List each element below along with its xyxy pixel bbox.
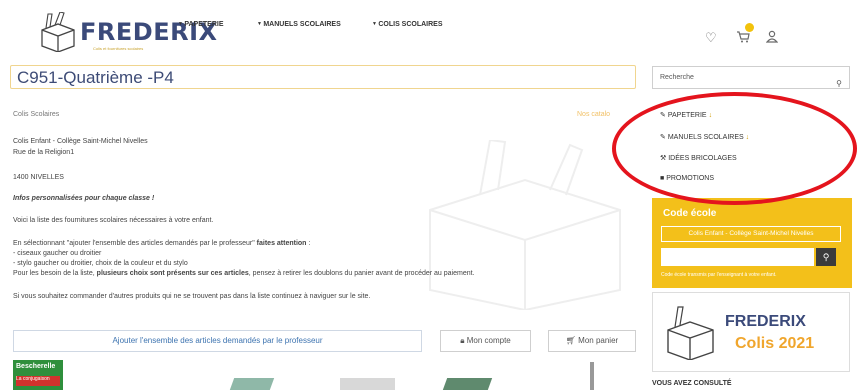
search-placeholder: Recherche bbox=[660, 74, 694, 81]
info-headline: Infos personnalisées pour chaque classe … bbox=[13, 195, 155, 202]
box-logo-icon bbox=[667, 306, 714, 360]
cart-button[interactable]: 🛒︎ Mon panier bbox=[548, 330, 636, 352]
red-annotation-oval bbox=[612, 92, 857, 205]
selection-bold: faites attention bbox=[256, 240, 307, 247]
user-icon[interactable] bbox=[765, 30, 779, 46]
duplicates-post: , pensez à retirer les doublons du panie… bbox=[248, 270, 475, 277]
other-products-text: Si vous souhaitez commander d'autres pro… bbox=[13, 293, 371, 300]
bullet-pen: - stylo gaucher ou droitier, choix de la… bbox=[13, 260, 188, 267]
selection-pre: En sélectionnant "ajouter l'ensemble des… bbox=[13, 240, 255, 247]
search-input[interactable]: Recherche ⚲ bbox=[652, 66, 850, 89]
cart-small-icon: 🛒︎ bbox=[565, 336, 576, 345]
search-icon: ⚲ bbox=[822, 252, 830, 262]
nav-manuels-scolaires[interactable]: MANUELS SCOLAIRES bbox=[257, 21, 340, 28]
product-title-1: Bescherelle bbox=[16, 363, 56, 370]
city-address: 1400 NIVELLES bbox=[13, 174, 64, 181]
page-title: C951-Quatrième -P4 bbox=[10, 65, 636, 89]
promo-banner[interactable]: FREDERIX Colis 2021 bbox=[652, 292, 850, 372]
box-logo-icon bbox=[41, 12, 75, 52]
duplicates-bold: plusieurs choix sont présents sur ces ar… bbox=[96, 270, 249, 277]
duplicates-pre: Pour les besoin de la liste, bbox=[13, 270, 95, 277]
cart-count-badge bbox=[745, 23, 754, 32]
school-name: Colis Enfant - Collège Saint-Michel Nive… bbox=[13, 138, 148, 145]
account-button[interactable]: 🔒︎ Mon compte bbox=[440, 330, 531, 352]
box-sketch-watermark bbox=[429, 140, 621, 310]
product-thumbnail[interactable]: Bescherelle La conjugaison bbox=[13, 360, 63, 390]
street-address: Rue de la Religion1 bbox=[13, 149, 75, 156]
product-title-2: La conjugaison bbox=[16, 376, 60, 386]
duplicates-notice: Pour les besoin de la liste, plusieurs c… bbox=[13, 270, 475, 277]
search-icon[interactable]: ⚲ bbox=[836, 73, 842, 94]
bullet-scissors: - ciseaux gaucher ou droitier bbox=[13, 250, 102, 257]
school-code-note: Code école transmis par l'enseignant à v… bbox=[661, 272, 777, 278]
cart-label: Mon panier bbox=[578, 336, 619, 345]
nav-papeterie[interactable]: PAPETERIE bbox=[178, 21, 223, 28]
product-thumbnail[interactable] bbox=[340, 378, 395, 390]
heart-icon[interactable]: ♡ bbox=[705, 30, 717, 46]
recently-viewed-heading: VOUS AVEZ CONSULTÉ bbox=[652, 380, 732, 387]
product-thumbnail[interactable] bbox=[442, 378, 493, 390]
promo-subtitle: Colis 2021 bbox=[735, 335, 815, 352]
breadcrumb[interactable]: Colis Scolaires bbox=[13, 111, 59, 118]
school-code-title: Code école bbox=[663, 208, 717, 219]
logo-tagline: Colis et fournitures scolaires bbox=[93, 46, 144, 51]
account-label: Mon compte bbox=[466, 336, 511, 345]
catalog-link[interactable]: Nos catalo bbox=[577, 111, 610, 118]
promo-brand: FREDERIX bbox=[725, 313, 806, 330]
school-code-input[interactable] bbox=[661, 248, 814, 266]
school-code-panel: Code école Colis Enfant - Collège Saint-… bbox=[652, 198, 852, 288]
product-thumbnail[interactable] bbox=[590, 362, 594, 390]
add-all-articles-button[interactable]: Ajouter l'ensemble des articles demandés… bbox=[13, 330, 422, 352]
school-code-value[interactable]: Colis Enfant - Collège Saint-Michel Nive… bbox=[661, 226, 841, 242]
selection-post: : bbox=[308, 240, 311, 247]
logo[interactable]: FREDERIX Colis et fournitures scolaires bbox=[38, 6, 217, 54]
intro-text: Voici la liste des fournitures scolaires… bbox=[13, 217, 214, 224]
product-thumbnail[interactable] bbox=[229, 378, 275, 390]
selection-notice: En sélectionnant "ajouter l'ensemble des… bbox=[13, 240, 310, 247]
cart-icon[interactable] bbox=[736, 30, 750, 46]
nav-colis-scolaires[interactable]: COLIS SCOLAIRES bbox=[372, 21, 442, 28]
lock-icon: 🔒︎ bbox=[460, 336, 465, 345]
school-code-search-button[interactable]: ⚲ bbox=[816, 248, 836, 266]
